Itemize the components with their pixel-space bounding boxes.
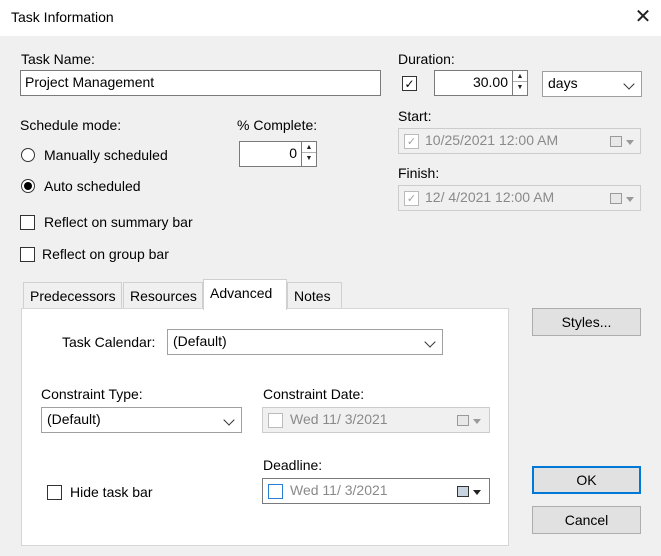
constraint-type-select[interactable]: (Default) bbox=[41, 407, 242, 433]
duration-spinner[interactable]: ▲ ▼ bbox=[512, 70, 528, 96]
checkmark-icon: ✓ bbox=[406, 136, 417, 148]
hide-task-bar-label[interactable]: Hide task bar bbox=[70, 484, 152, 500]
start-label: Start: bbox=[398, 108, 432, 124]
calendar-icon[interactable] bbox=[610, 136, 622, 147]
percent-complete-input[interactable]: 0 bbox=[239, 141, 302, 167]
cancel-button[interactable]: Cancel bbox=[532, 506, 641, 534]
chevron-down-icon[interactable] bbox=[473, 419, 481, 424]
tab-resources[interactable]: Resources bbox=[123, 282, 203, 308]
deadline-field[interactable]: Wed 11/ 3/2021 bbox=[262, 478, 490, 504]
constraint-date-checkbox[interactable] bbox=[268, 413, 283, 428]
duration-unit-select[interactable]: days bbox=[542, 71, 642, 97]
radio-selected-dot bbox=[24, 182, 32, 190]
start-date-field[interactable]: 10/25/2021 12:00 AM bbox=[398, 128, 641, 154]
checkmark-icon: ✓ bbox=[404, 76, 415, 91]
ok-button[interactable]: OK bbox=[532, 466, 641, 494]
deadline-checkbox[interactable] bbox=[268, 484, 283, 499]
percent-complete-spinner[interactable]: ▲ ▼ bbox=[301, 141, 317, 167]
tab-notes[interactable]: Notes bbox=[287, 282, 342, 308]
chevron-down-icon[interactable] bbox=[473, 490, 481, 495]
task-calendar-select[interactable]: (Default) bbox=[167, 329, 443, 355]
duration-input[interactable]: 30.00 bbox=[434, 70, 513, 96]
auto-scheduled-radio[interactable] bbox=[21, 179, 35, 193]
window-title: Task Information bbox=[11, 9, 114, 25]
reflect-summary-checkbox[interactable] bbox=[20, 215, 35, 230]
auto-scheduled-label[interactable]: Auto scheduled bbox=[44, 178, 141, 194]
hide-task-bar-checkbox[interactable] bbox=[47, 485, 62, 500]
start-checkbox[interactable]: ✓ bbox=[404, 134, 419, 149]
chevron-down-icon[interactable] bbox=[626, 140, 634, 145]
spin-up-icon[interactable]: ▲ bbox=[302, 142, 316, 153]
duration-estimated-checkbox[interactable]: ✓ bbox=[402, 76, 417, 91]
reflect-group-checkbox[interactable] bbox=[20, 247, 35, 262]
spin-down-icon[interactable]: ▼ bbox=[302, 153, 316, 164]
chevron-down-icon bbox=[223, 414, 235, 426]
chevron-down-icon bbox=[623, 78, 635, 90]
chevron-down-icon bbox=[424, 336, 436, 348]
finish-checkbox[interactable]: ✓ bbox=[404, 191, 419, 206]
tab-predecessors[interactable]: Predecessors bbox=[23, 282, 122, 308]
spin-down-icon[interactable]: ▼ bbox=[513, 82, 527, 93]
constraint-date-label: Constraint Date: bbox=[263, 386, 365, 402]
close-icon[interactable]: ✕ bbox=[632, 6, 654, 28]
reflect-summary-label[interactable]: Reflect on summary bar bbox=[44, 214, 193, 230]
reflect-group-label[interactable]: Reflect on group bar bbox=[42, 246, 169, 262]
deadline-label: Deadline: bbox=[263, 457, 323, 473]
duration-label: Duration: bbox=[398, 51, 455, 67]
schedule-mode-label: Schedule mode: bbox=[20, 117, 122, 133]
calendar-icon[interactable] bbox=[457, 486, 469, 497]
constraint-type-label: Constraint Type: bbox=[41, 386, 143, 402]
task-name-label: Task Name: bbox=[21, 51, 95, 67]
styles-button[interactable]: Styles... bbox=[532, 308, 641, 336]
task-calendar-label: Task Calendar: bbox=[62, 334, 156, 350]
task-name-input[interactable]: Project Management bbox=[20, 70, 381, 96]
constraint-date-field[interactable]: Wed 11/ 3/2021 bbox=[262, 407, 490, 433]
calendar-icon[interactable] bbox=[610, 193, 622, 204]
manually-scheduled-radio[interactable] bbox=[21, 148, 35, 162]
finish-label: Finish: bbox=[398, 165, 440, 181]
constraint-type-value: (Default) bbox=[47, 411, 101, 427]
manually-scheduled-label[interactable]: Manually scheduled bbox=[44, 147, 168, 163]
percent-complete-label: % Complete: bbox=[237, 117, 318, 133]
calendar-icon[interactable] bbox=[457, 415, 469, 426]
chevron-down-icon[interactable] bbox=[626, 197, 634, 202]
tab-advanced[interactable]: Advanced bbox=[203, 279, 287, 310]
finish-date-field[interactable]: 12/ 4/2021 12:00 AM bbox=[398, 185, 641, 211]
checkmark-icon: ✓ bbox=[406, 193, 417, 205]
spin-up-icon[interactable]: ▲ bbox=[513, 71, 527, 82]
task-calendar-value: (Default) bbox=[173, 333, 227, 349]
duration-unit-value: days bbox=[548, 75, 578, 91]
